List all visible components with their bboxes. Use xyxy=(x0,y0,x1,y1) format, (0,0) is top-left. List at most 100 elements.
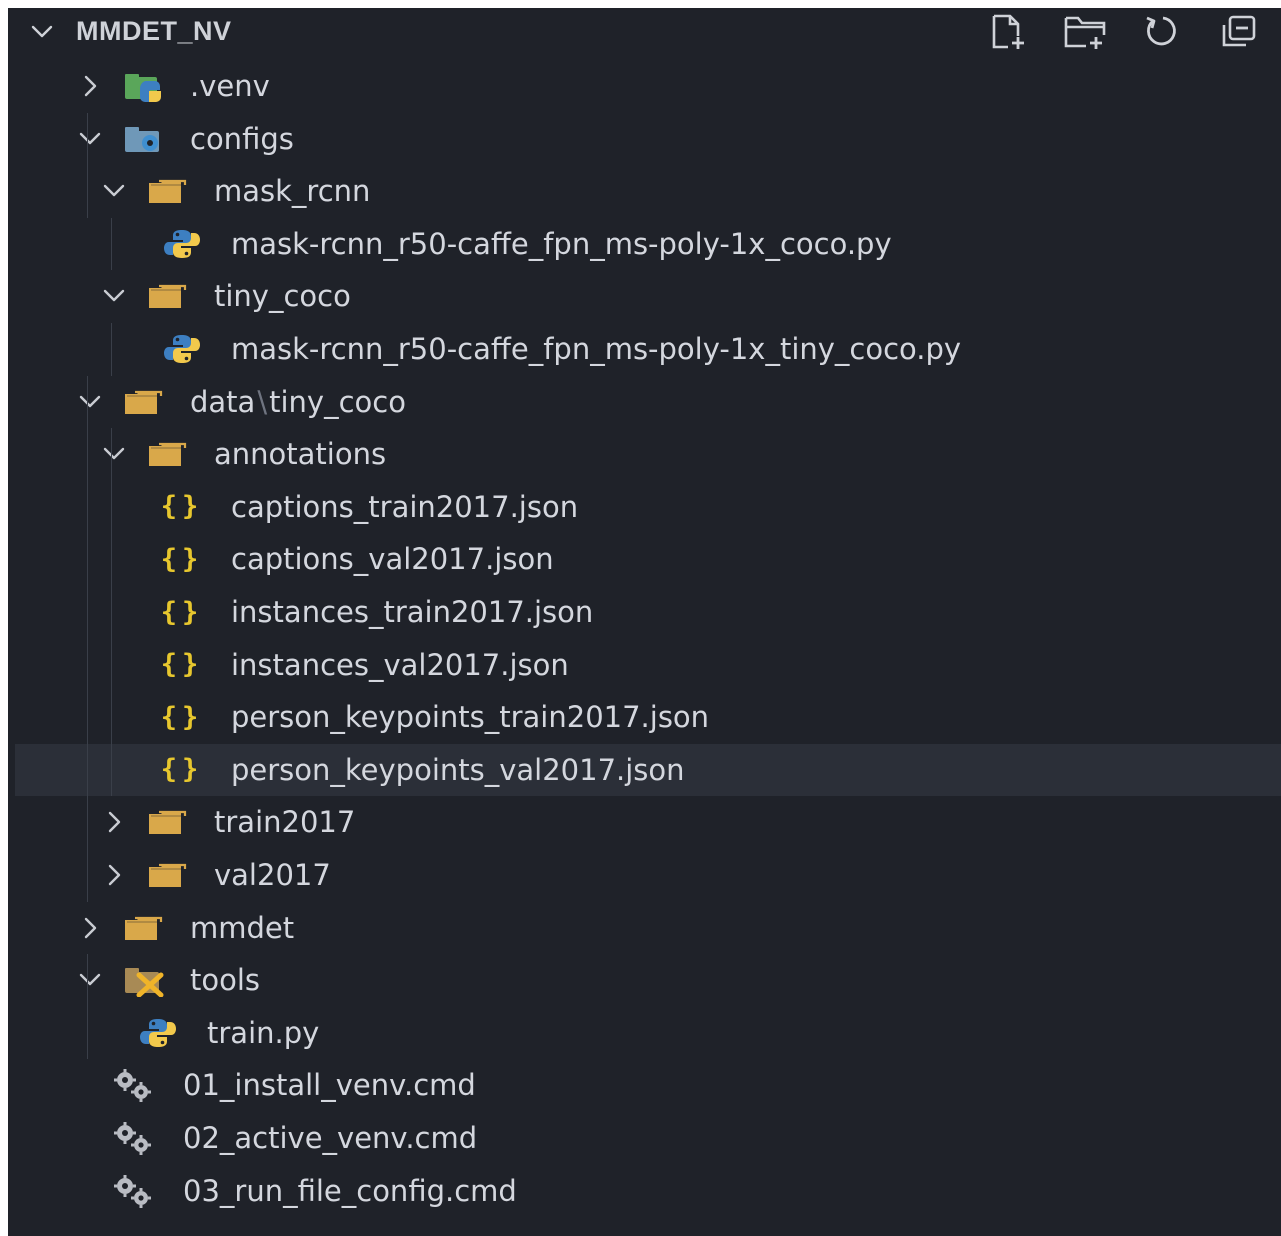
indent-guide xyxy=(111,323,112,376)
file-item[interactable]: {} instances_train2017.json xyxy=(8,586,1281,638)
json-braces-icon: {} xyxy=(160,596,204,628)
item-label: captions_val2017.json xyxy=(231,542,554,577)
item-label: mask-rcnn_r50-caffe_fpn_ms-poly-1x_coco.… xyxy=(231,226,892,261)
file-item[interactable]: {} captions_train2017.json xyxy=(8,481,1281,533)
chevron-down-icon[interactable] xyxy=(102,442,126,466)
item-label: .venv xyxy=(190,69,270,103)
item-label: train2017 xyxy=(214,805,356,840)
item-label: mask_rcnn xyxy=(214,174,371,209)
folder-item[interactable]: tiny_coco xyxy=(8,270,1281,322)
folder-icon xyxy=(149,443,187,467)
item-icon-wrap xyxy=(111,1068,157,1103)
json-braces-icon: {} xyxy=(160,754,204,786)
folder-item[interactable]: mmdet xyxy=(8,902,1281,954)
item-label: mmdet xyxy=(190,910,295,945)
indent-guide xyxy=(87,954,88,1060)
item-label: captions_train2017.json xyxy=(231,489,579,524)
item-icon-wrap: {} xyxy=(159,753,205,787)
item-label: 03_run_file_config.cmd xyxy=(183,1173,517,1208)
folder-item[interactable]: data\tiny_coco xyxy=(8,376,1281,428)
chevron-right-icon[interactable] xyxy=(102,810,126,834)
item-icon-wrap xyxy=(121,122,167,156)
item-icon-wrap xyxy=(121,385,167,419)
compact-folder-segment[interactable]: tiny_coco xyxy=(269,385,406,419)
item-icon-wrap xyxy=(121,69,167,103)
indent-guide xyxy=(87,112,88,218)
refresh-button[interactable] xyxy=(1137,12,1189,52)
item-icon-wrap xyxy=(121,963,167,998)
item-label: val2017 xyxy=(214,858,331,892)
folder-item[interactable]: annotations xyxy=(8,428,1281,480)
item-label: annotations xyxy=(214,437,387,472)
file-item[interactable]: {} instances_val2017.json xyxy=(8,639,1281,691)
item-icon-wrap xyxy=(111,1174,157,1208)
item-icon-wrap: {} xyxy=(159,700,205,734)
chevron-down-icon[interactable] xyxy=(102,284,126,308)
item-icon-wrap: {} xyxy=(159,595,205,629)
file-item[interactable]: train.py xyxy=(8,1007,1281,1059)
json-braces-icon: {} xyxy=(160,491,204,523)
collapse-all-button[interactable] xyxy=(1213,12,1265,52)
gear-file-icon xyxy=(114,1122,151,1155)
file-item[interactable]: {} person_keypoints_train2017.json xyxy=(8,691,1281,743)
new-file-button[interactable] xyxy=(985,12,1037,52)
compact-folder-segment[interactable]: data xyxy=(190,385,255,419)
item-label: train.py xyxy=(207,1015,320,1050)
file-item[interactable]: mask-rcnn_r50-caffe_fpn_ms-poly-1x_tiny_… xyxy=(8,323,1281,375)
item-icon-wrap: {} xyxy=(159,490,205,524)
file-item[interactable]: 02_active_venv.cmd xyxy=(8,1112,1281,1164)
file-explorer: MMDET_NV .venv configs mask_rcnn mask-rc… xyxy=(8,8,1281,1236)
folder-icon xyxy=(125,390,163,414)
item-icon-wrap xyxy=(145,279,191,313)
folder-item[interactable]: .venv xyxy=(8,60,1281,112)
item-icon-wrap xyxy=(159,227,205,261)
folder-icon xyxy=(149,285,187,309)
item-icon-wrap xyxy=(145,437,191,471)
item-icon-wrap xyxy=(145,174,191,208)
explorer-title: MMDET_NV xyxy=(76,16,232,46)
folder-item[interactable]: configs xyxy=(8,113,1281,165)
folder-item[interactable]: val2017 xyxy=(8,849,1281,901)
item-label: 01_install_venv.cmd xyxy=(183,1068,476,1103)
indent-guide xyxy=(111,217,112,271)
json-braces-icon: {} xyxy=(160,543,204,575)
item-label: person_keypoints_train2017.json xyxy=(231,700,710,735)
folder-item[interactable]: mask_rcnn xyxy=(8,165,1281,217)
file-item[interactable]: 01_install_venv.cmd xyxy=(8,1059,1281,1111)
file-item[interactable]: {} person_keypoints_val2017.json xyxy=(15,743,1281,796)
item-label: configs xyxy=(190,121,294,156)
folder-item[interactable]: train2017 xyxy=(8,796,1281,848)
new-folder-icon xyxy=(1064,16,1106,49)
chevron-down-icon[interactable] xyxy=(30,20,54,44)
file-item[interactable]: mask-rcnn_r50-caffe_fpn_ms-poly-1x_coco.… xyxy=(8,218,1281,270)
python-env-folder-icon xyxy=(125,74,161,102)
chevron-right-icon[interactable] xyxy=(102,863,126,887)
folder-item[interactable]: tools xyxy=(8,954,1281,1006)
folder-icon xyxy=(125,916,163,940)
chevron-down-icon[interactable] xyxy=(102,179,126,203)
item-label: tiny_coco xyxy=(214,279,351,314)
new-folder-button[interactable] xyxy=(1061,12,1113,52)
item-label: person_keypoints_val2017.json xyxy=(231,752,685,787)
indent-guide xyxy=(111,428,112,797)
folder-icon xyxy=(149,180,187,204)
chevron-down-icon[interactable] xyxy=(78,390,102,414)
collapse-all-icon xyxy=(1222,15,1256,47)
refresh-icon xyxy=(1146,16,1176,46)
python-file-icon xyxy=(164,335,200,363)
item-label: tools xyxy=(190,963,261,998)
chevron-down-icon[interactable] xyxy=(78,127,102,151)
explorer-actions xyxy=(985,12,1265,52)
tools-folder-icon xyxy=(125,968,164,998)
file-item[interactable]: 03_run_file_config.cmd xyxy=(8,1165,1281,1217)
item-label: instances_train2017.json xyxy=(231,595,594,629)
chevron-right-icon[interactable] xyxy=(78,74,102,98)
item-icon-wrap xyxy=(111,1121,157,1155)
chevron-down-icon[interactable] xyxy=(78,968,102,992)
file-item[interactable]: {} captions_val2017.json xyxy=(8,533,1281,585)
item-label: mask-rcnn_r50-caffe_fpn_ms-poly-1x_tiny_… xyxy=(231,332,962,366)
python-file-icon xyxy=(140,1018,176,1047)
chevron-right-icon[interactable] xyxy=(78,916,102,940)
item-icon-wrap xyxy=(159,332,205,366)
explorer-header[interactable]: MMDET_NV xyxy=(8,8,1281,54)
